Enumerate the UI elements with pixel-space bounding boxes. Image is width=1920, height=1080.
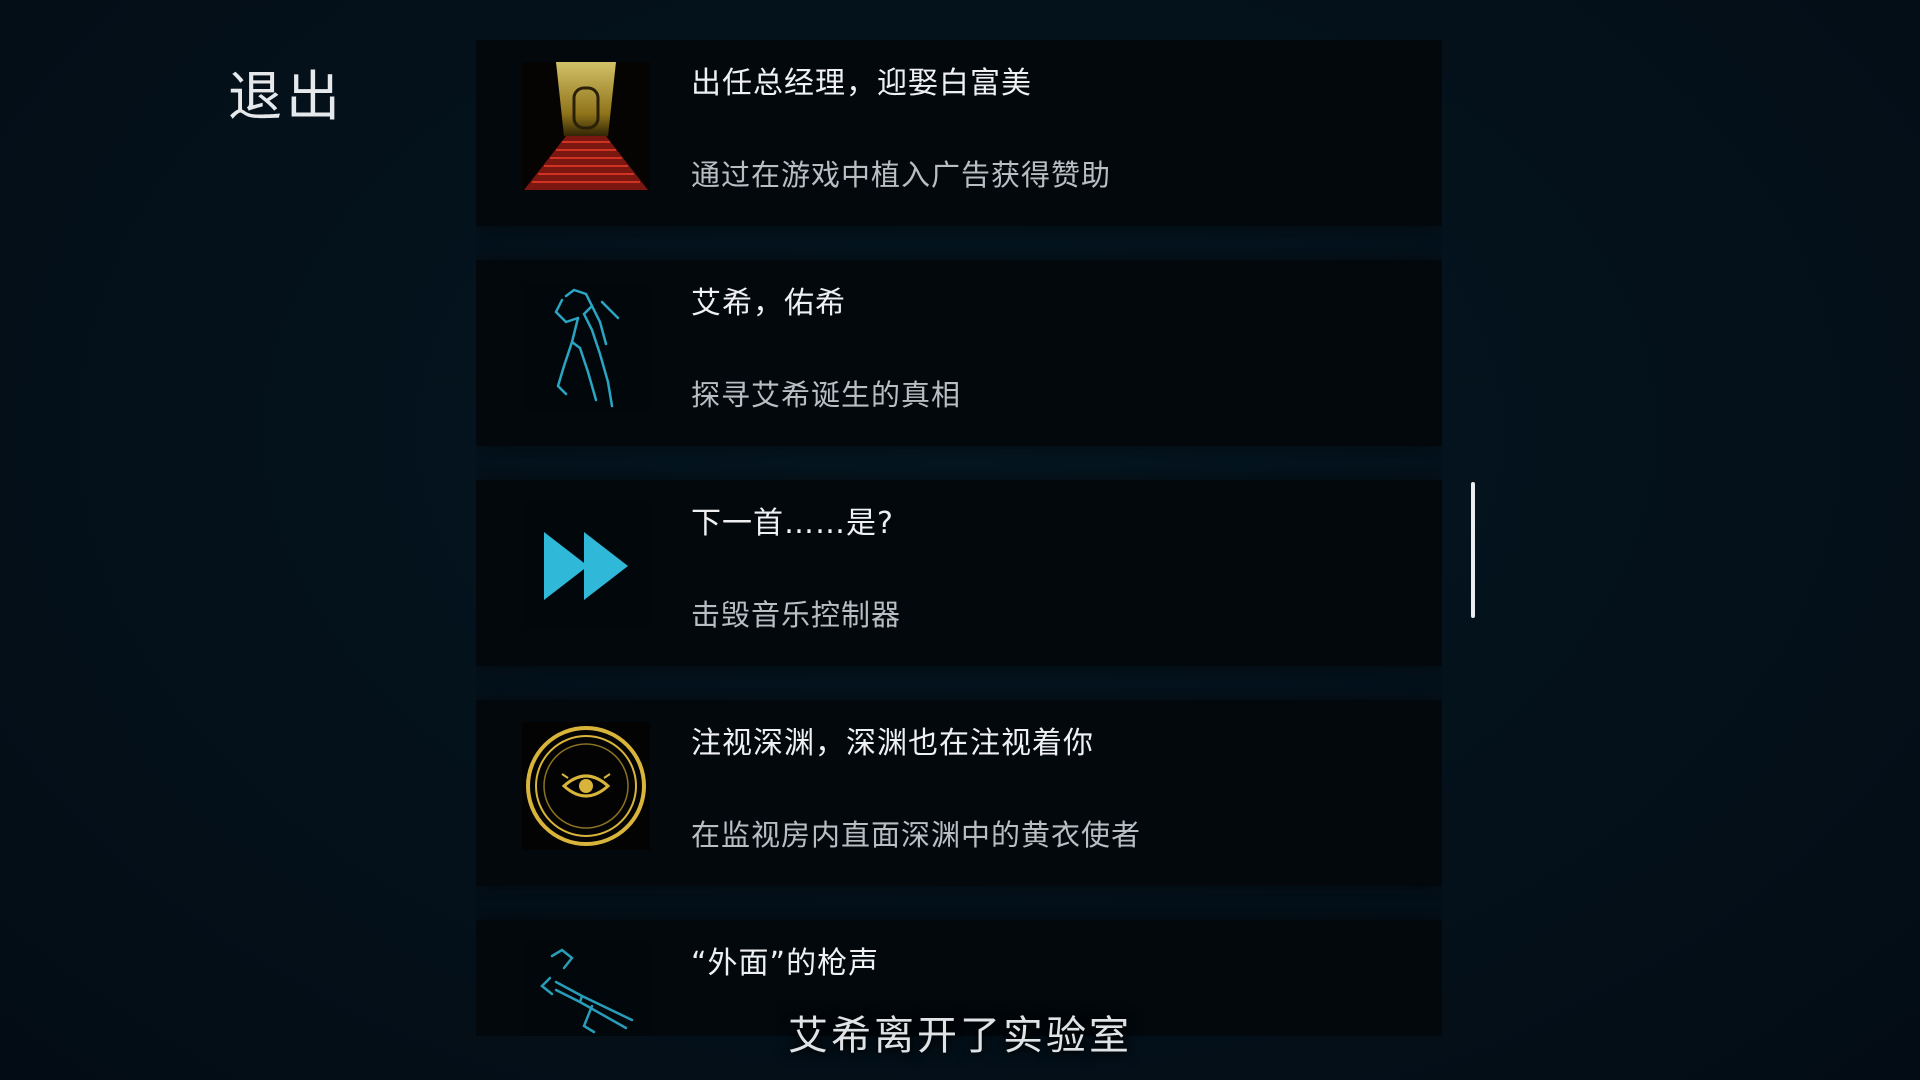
scrollbar-thumb[interactable]: [1471, 482, 1475, 618]
robot-figure-icon: [522, 282, 650, 410]
achievement-list[interactable]: 出任总经理，迎娶白富美 通过在游戏中植入广告获得赞助 艾希，佑希 探寻艾希诞生的…: [476, 40, 1442, 1036]
achievement-card[interactable]: 艾希，佑希 探寻艾希诞生的真相: [476, 260, 1442, 446]
achievement-title: 艾希，佑希: [691, 286, 846, 321]
eye-emblem-icon: [522, 722, 650, 850]
achievement-title: 出任总经理，迎娶白富美: [691, 66, 1032, 101]
exit-button[interactable]: 退出: [228, 52, 344, 131]
achievement-description: 击毁音乐控制器: [691, 598, 902, 632]
dialogue-subtitle: 艾希离开了实验室: [788, 1013, 1132, 1059]
fast-forward-icon: [522, 502, 650, 630]
achievement-title: 下一首……是?: [691, 506, 894, 541]
achievement-description: 在监视房内直面深渊中的黄衣使者: [691, 818, 1142, 852]
achievement-description: 通过在游戏中植入广告获得赞助: [691, 158, 1112, 192]
golden-door-stairs-icon: [522, 62, 650, 190]
achievement-card[interactable]: 出任总经理，迎娶白富美 通过在游戏中植入广告获得赞助: [476, 40, 1442, 226]
achievement-card[interactable]: 注视深渊，深渊也在注视着你 在监视房内直面深渊中的黄衣使者: [476, 700, 1442, 886]
achievements-screen: 退出 出任总经理，迎娶白富美 通过在游戏中植入广告获得赞助 艾希，佑希 探寻艾希…: [0, 0, 1920, 1080]
achievement-card[interactable]: 下一首……是? 击毁音乐控制器: [476, 480, 1442, 666]
achievement-title: “外面”的枪声: [691, 946, 880, 981]
achievement-title: 注视深渊，深渊也在注视着你: [691, 726, 1094, 761]
achievement-description: 探寻艾希诞生的真相: [691, 378, 962, 412]
